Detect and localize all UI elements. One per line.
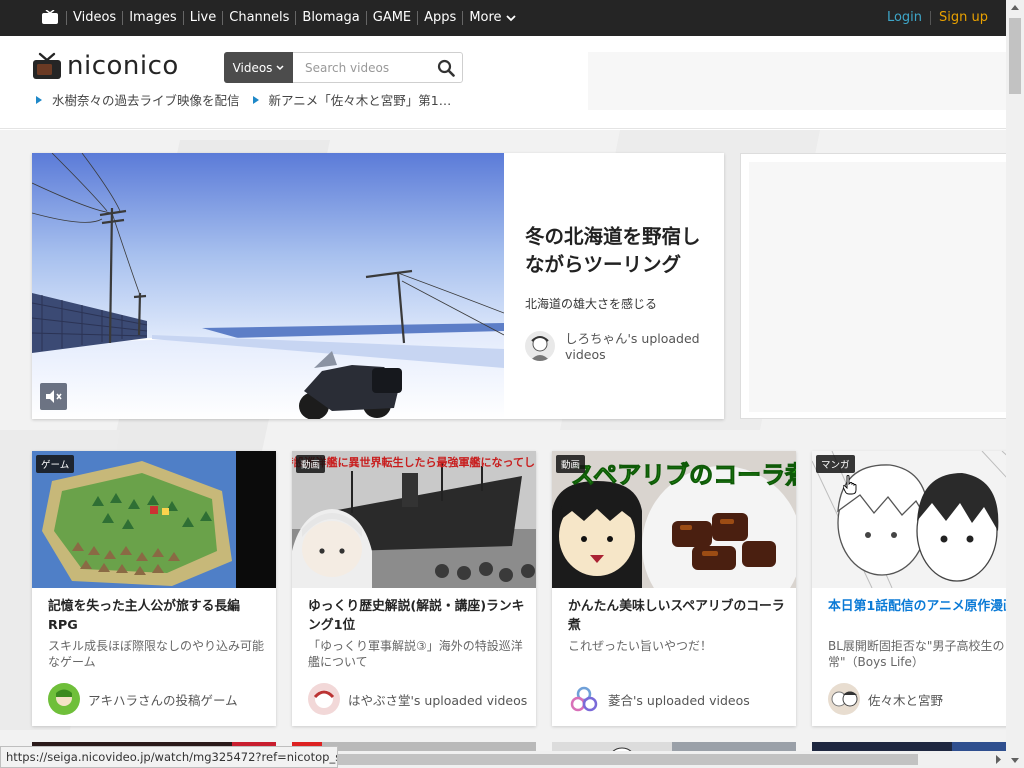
card-title[interactable]: 記憶を失った主人公が旅する長編RPG [48,597,266,635]
speaker-muted-icon [46,390,62,403]
card-thumbnail[interactable]: スペアリブのコーラ煮！ 動画 [552,451,796,588]
horizontal-scrollbar[interactable] [338,751,1006,768]
header-ad-slot [588,52,1006,110]
card-title[interactable]: かんたん美味しいスペアリブのコーラ煮 [568,597,786,635]
niconico-logo[interactable]: niconico [32,51,179,81]
card-thumbnail[interactable]: 商船が特設巡洋艦に異世界転生したら最強軍艦になってしまった件 動画 [292,451,536,588]
card-title[interactable]: 本日第1話配信のアニメ原作漫画！ [828,597,1006,616]
signup-link[interactable]: Sign up [931,11,1006,25]
card-author-name: 佐々木と宮野 [868,692,944,708]
news-item[interactable]: 水樹奈々の過去ライブ映像を配信 [36,90,240,109]
login-link[interactable]: Login [879,11,932,25]
triangle-right-icon [252,95,259,104]
nav-blomaga[interactable]: Blomaga [295,11,365,25]
card-title[interactable]: ゆっくり歴史解説(解説・講座)ランキング1位 [308,597,526,635]
nav-images[interactable]: Images [122,11,183,25]
service-nav: Videos Images Live Channels Blomaga GAME… [66,0,522,36]
nav-more-label: More [469,10,502,25]
card-author[interactable]: 菱合's uploaded videos [568,683,750,715]
scroll-up-arrow-icon[interactable] [1006,0,1024,16]
card-description: スキル成長ほぼ際限なしのやり込み可能なゲーム [48,639,265,669]
nav-apps[interactable]: Apps [417,11,462,25]
spareribs-video-thumbnail: スペアリブのコーラ煮！ [552,451,796,588]
category-badge: 動画 [556,455,586,473]
content-card[interactable]: ゲーム 記憶を失った主人公が旅する長編RPG スキル成長ほぼ際限なしのやり込み可… [32,451,276,726]
vertical-scrollbar[interactable] [1006,0,1024,768]
main-content: 冬の北海道を野宿しながらツーリング 北海道の雄大さを感じる しろちゃん's up… [0,130,1006,768]
search-box: Videos [224,52,463,83]
featured-video-card[interactable]: 冬の北海道を野宿しながらツーリング 北海道の雄大さを感じる しろちゃん's up… [32,153,724,419]
nav-videos[interactable]: Videos [66,11,122,25]
logo-wordmark: niconico [67,51,179,81]
thumbnail-caption: スペアリブのコーラ煮！ [571,461,796,489]
side-ad-placeholder [749,162,1006,412]
auth-links: Login Sign up [879,0,1006,36]
hand-pointer-cursor-icon [843,475,857,495]
nav-game[interactable]: GAME [365,11,417,25]
content-card[interactable]: 商船が特設巡洋艦に異世界転生したら最強軍艦になってしまった件 動画 ゆっくり歴史… [292,451,536,726]
link-preview-status: https://seiga.nicovideo.jp/watch/mg32547… [0,746,338,768]
featured-video-author-name: しろちゃん's uploaded videos [565,331,700,362]
card-author-name: アキハラさんの投稿ゲーム [88,692,238,708]
warship-video-thumbnail: 商船が特設巡洋艦に異世界転生したら最強軍艦になってしまった件 [292,451,536,588]
category-badge: ゲーム [36,455,75,473]
card-description: これぜったい旨いやつだ！ [568,639,713,653]
avatar [568,683,600,715]
chevron-down-icon [505,14,516,21]
content-card[interactable]: マンガ 本日第1話配信のアニメ原作漫画！ BL展開断固拒否な"男子高校生の日常"… [812,451,1006,726]
news-item-text: 水樹奈々の過去ライブ映像を配信 [52,93,240,108]
vertical-scrollbar-thumb[interactable] [1009,18,1021,94]
news-ticker: 水樹奈々の過去ライブ映像を配信 新アニメ「佐々木と宮野」第1… [36,90,451,109]
search-category-select[interactable]: Videos [224,52,293,83]
scroll-right-arrow-icon[interactable] [990,751,1006,768]
card-author-name: 菱合's uploaded videos [608,692,750,708]
featured-video-info: 冬の北海道を野宿しながらツーリング 北海道の雄大さを感じる しろちゃん's up… [525,223,715,363]
category-badge: 動画 [296,455,326,473]
global-nav-bar: Videos Images Live Channels Blomaga GAME… [0,0,1006,36]
site-header: niconico Videos 水樹奈々の過去ライブ映像を配信 新アニメ「佐々木… [0,36,1006,129]
card-author[interactable]: アキハラさんの投稿ゲーム [48,683,238,715]
news-item-text: 新アニメ「佐々木と宮野」第1… [268,93,452,108]
card-description: BL展開断固拒否な"男子高校生の日常"（Boys Life） [828,639,1006,669]
nav-channels[interactable]: Channels [222,11,295,25]
browser-viewport: Videos Images Live Channels Blomaga GAME… [0,0,1024,768]
niconico-tv-icon[interactable] [41,10,59,25]
horizontal-scrollbar-thumb[interactable] [338,754,918,765]
avatar [48,683,80,715]
featured-video-author[interactable]: しろちゃん's uploaded videos [525,331,715,363]
search-icon[interactable] [437,59,455,77]
avatar [308,683,340,715]
chevron-down-icon [276,64,284,70]
featured-video-title[interactable]: 冬の北海道を野宿しながらツーリング [525,223,715,279]
thumbnail-caption: 商船が特設巡洋艦に異世界転生したら最強軍艦になってしまった件 [292,455,536,469]
card-thumbnail[interactable]: ゲーム [32,451,276,588]
card-author[interactable]: 佐々木と宮野 [828,683,943,715]
featured-video-thumbnail[interactable] [32,153,504,419]
nav-live[interactable]: Live [182,11,223,25]
card-author[interactable]: はやぶさ堂's uploaded videos [308,683,527,715]
card-author-name: はやぶさ堂's uploaded videos [348,692,528,708]
mute-toggle-button[interactable] [40,383,67,410]
search-category-label: Videos [232,60,273,75]
logo-tv-icon [33,52,61,79]
card-thumbnail[interactable]: マンガ [812,451,1006,588]
avatar [828,683,860,715]
featured-video-subtitle: 北海道の雄大さを感じる [525,297,658,311]
triangle-right-icon [36,95,42,104]
scroll-down-arrow-icon[interactable] [1006,752,1024,768]
nav-more-menu[interactable]: More [462,11,521,25]
category-badge: マンガ [816,455,855,473]
search-input[interactable] [295,53,430,82]
content-card[interactable]: スペアリブのコーラ煮！ 動画 かんたん美味しいスペアリブのコーラ煮 これぜったい… [552,451,796,726]
side-ad-panel [740,153,1006,419]
news-item[interactable]: 新アニメ「佐々木と宮野」第1… [252,90,452,109]
card-description: 「ゆっくり軍事解説③」海外の特設巡洋艦について [308,639,523,669]
avatar [525,331,555,361]
